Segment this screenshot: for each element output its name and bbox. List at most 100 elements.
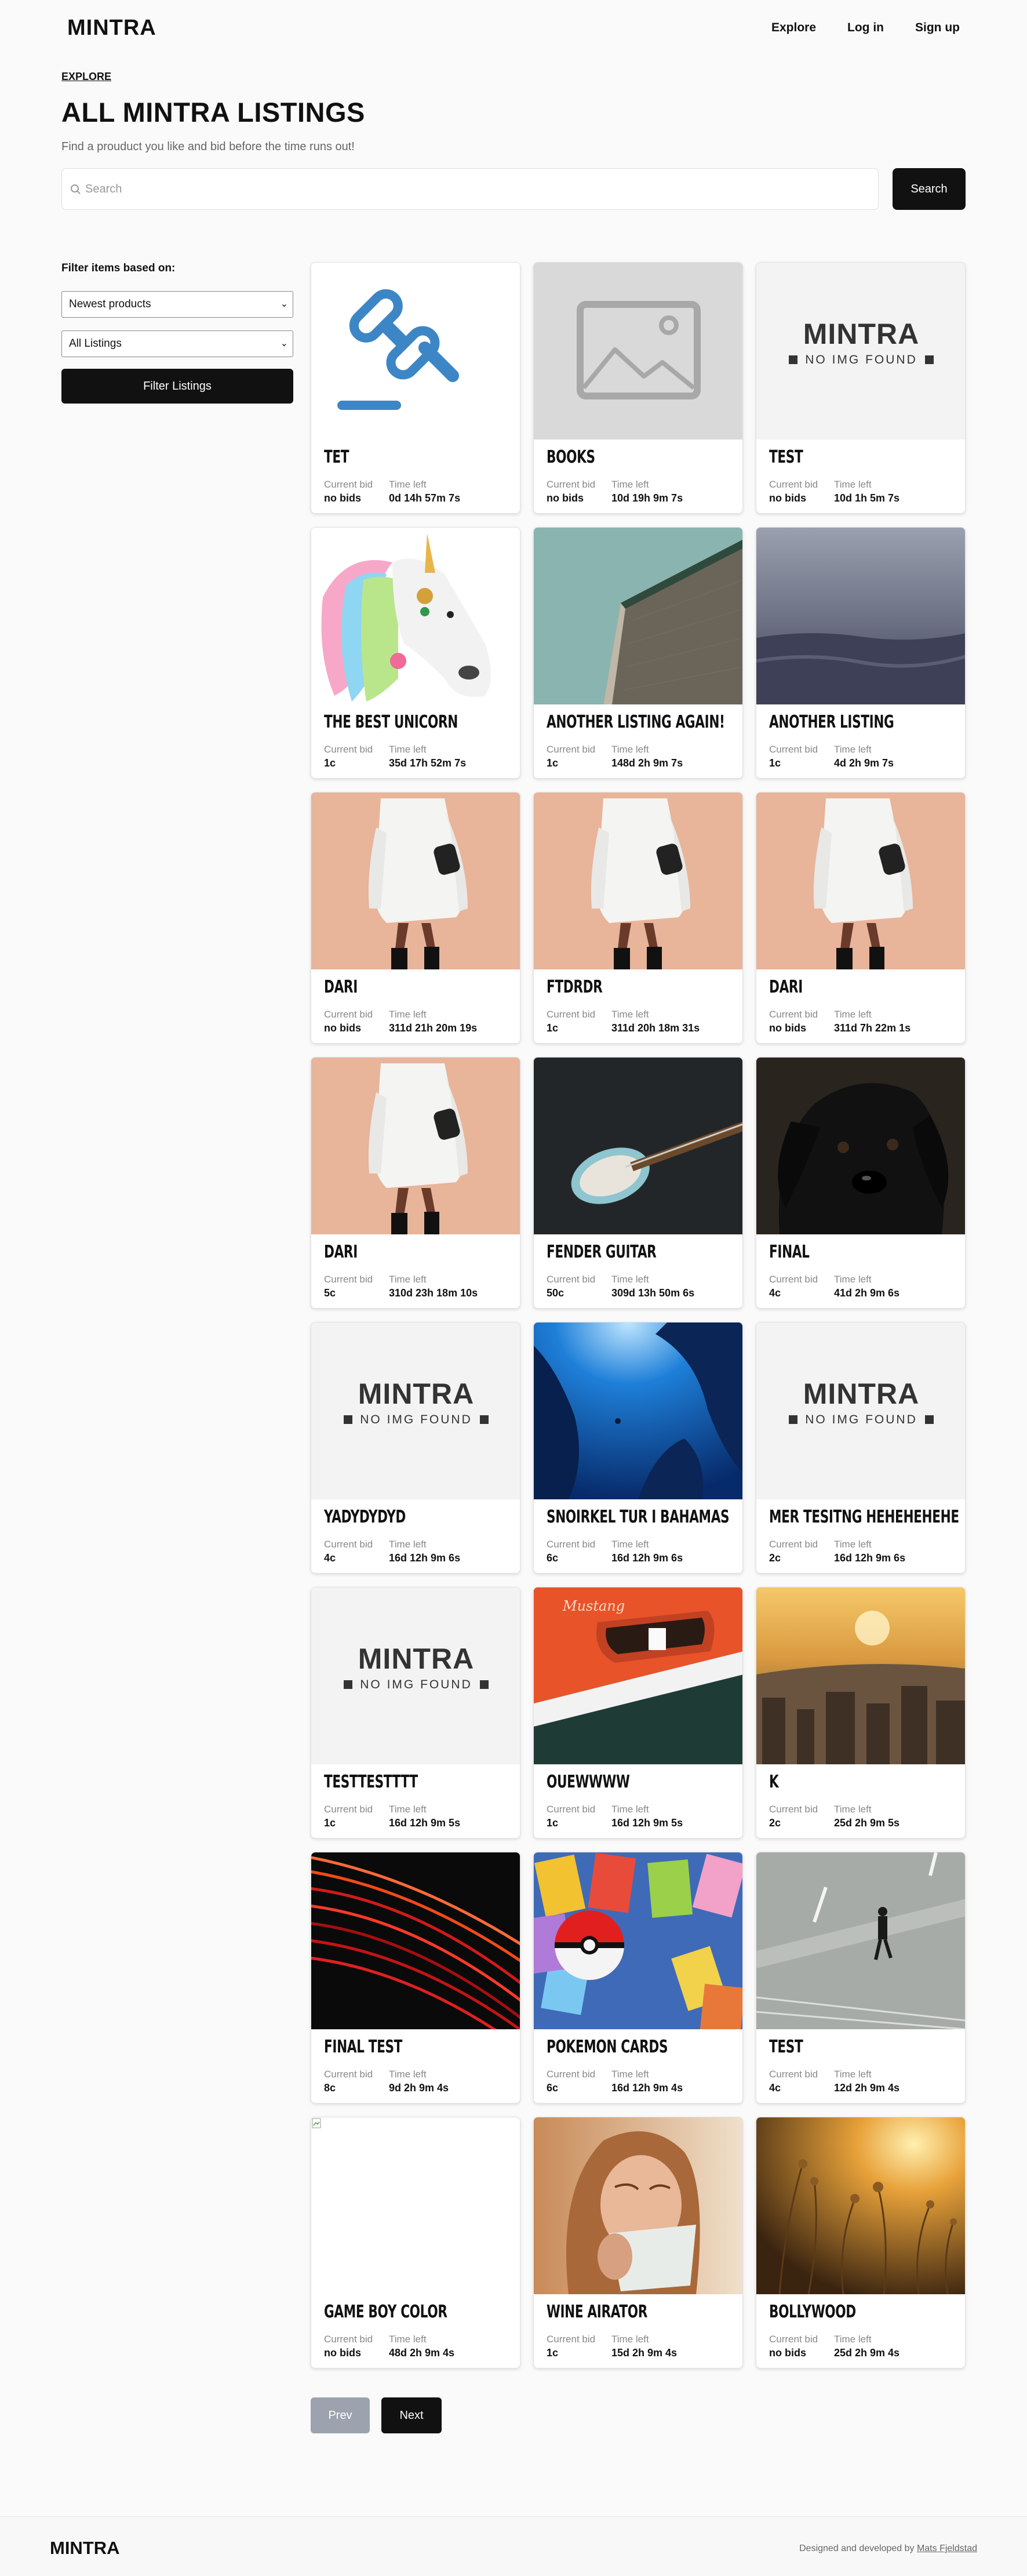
listing-card[interactable]: FENDER GUITAR Current bid Time left 50c 309d… bbox=[533, 1057, 743, 1309]
listing-title[interactable]: ANOTHER LISTING AGAIN! bbox=[547, 712, 725, 732]
listing-title[interactable]: DARI bbox=[769, 977, 803, 997]
listing-title[interactable]: GAME BOY COLOR bbox=[324, 2302, 447, 2322]
listing-card[interactable]: MINTRA NO IMG FOUND TESTTESTTTT Current bid… bbox=[311, 1587, 520, 1839]
listing-title[interactable]: FINAL TEST bbox=[324, 2037, 402, 2057]
time-left-value: 10d 19h 9m 7s bbox=[611, 492, 683, 504]
site-logo[interactable]: MINTRA bbox=[67, 16, 156, 41]
listing-title[interactable]: OUEWWWW bbox=[547, 1772, 630, 1792]
listing-card[interactable]: THE BEST UNICORN Current bid Time left 1c 35… bbox=[311, 527, 520, 779]
listing-card[interactable]: SNOIRKEL TUR I BAHAMAS Current bid Time le… bbox=[533, 1322, 743, 1574]
listing-image[interactable]: MINTRA NO IMG FOUND bbox=[756, 1322, 965, 1499]
page-subtitle: Find a prouduct you like and bid before … bbox=[61, 140, 355, 153]
listing-image[interactable] bbox=[534, 263, 742, 439]
listing-image[interactable]: MINTRA NO IMG FOUND bbox=[311, 1322, 520, 1499]
listing-card[interactable]: MINTRA NO IMG FOUND MER TESITNG HEHEHEHEHE… bbox=[756, 1322, 966, 1574]
listing-card[interactable]: FINAL TEST Current bid Time left 8c 9d 2h 9m… bbox=[311, 1852, 520, 2103]
listing-image[interactable] bbox=[756, 1587, 965, 1764]
listing-title[interactable]: FINAL bbox=[769, 1242, 810, 1262]
listing-image[interactable] bbox=[756, 1852, 965, 2029]
current-bid-label: Current bid bbox=[324, 2069, 373, 2080]
listing-card[interactable]: POKEMON CARDS Current bid Time left 6c 16d 1… bbox=[533, 1852, 743, 2103]
time-left-value: 16d 12h 9m 5s bbox=[389, 1817, 461, 1829]
listing-title[interactable]: TESTTESTTTT bbox=[324, 1772, 418, 1792]
listing-image[interactable] bbox=[311, 263, 520, 439]
listing-title[interactable]: FTDRDR bbox=[547, 977, 603, 997]
listing-card[interactable]: DARI Current bid Time left 5c 310d 23h 18m 1… bbox=[311, 1057, 520, 1309]
listing-image[interactable] bbox=[534, 528, 742, 704]
listing-card[interactable]: DARI Current bid Time left no bids 311d 21h … bbox=[311, 792, 520, 1044]
listing-title[interactable]: BOLLYWOOD bbox=[769, 2302, 856, 2322]
listing-card[interactable]: BOOKS Current bid Time left no bids 10d 19h … bbox=[533, 262, 743, 514]
no-image-brand: MINTRA bbox=[803, 1378, 919, 1410]
listing-card[interactable]: TET Current bid Time left no bids 0d 14h 57m… bbox=[311, 262, 520, 514]
listing-image[interactable] bbox=[311, 2117, 520, 2294]
listing-title[interactable]: TEST bbox=[769, 2037, 803, 2057]
listing-image[interactable]: MINTRA NO IMG FOUND bbox=[311, 1587, 520, 1764]
listing-image[interactable] bbox=[756, 1058, 965, 1234]
listing-card[interactable]: TEST Current bid Time left 4c 12d 2h 9m 4s bbox=[756, 1852, 966, 2103]
chevron-down-icon: ⌄ bbox=[280, 299, 288, 309]
listing-title[interactable]: TET bbox=[324, 447, 349, 467]
listing-card[interactable]: K Current bid Time left 2c 25d 2h 9m 5s bbox=[756, 1587, 966, 1839]
listing-image[interactable]: MINTRA NO IMG FOUND bbox=[756, 263, 965, 439]
listing-image[interactable] bbox=[756, 793, 965, 969]
filter-listings-button[interactable]: Filter Listings bbox=[61, 369, 293, 404]
listing-card[interactable]: FTDRDR Current bid Time left 1c 311d 20h 18m… bbox=[533, 792, 743, 1044]
nav-login-link[interactable]: Log in bbox=[847, 21, 884, 35]
breadcrumb[interactable]: EXPLORE bbox=[61, 71, 111, 83]
listing-card[interactable]: ANOTHER LISTING Current bid Time left 1c 4d … bbox=[756, 527, 966, 779]
listing-card[interactable]: Mustang OUEWWWW Current bid Time left 1c 16d … bbox=[533, 1587, 743, 1839]
current-bid-value: 50c bbox=[547, 1287, 565, 1299]
listing-title[interactable]: SNOIRKEL TUR I BAHAMAS bbox=[547, 1507, 730, 1527]
current-bid-label: Current bid bbox=[547, 479, 596, 490]
listing-title[interactable]: ANOTHER LISTING bbox=[769, 712, 894, 732]
time-left-value: 12d 2h 9m 4s bbox=[834, 2082, 900, 2094]
next-page-button[interactable]: Next bbox=[381, 2397, 442, 2433]
listing-title[interactable]: FENDER GUITAR bbox=[547, 1242, 657, 1262]
listing-image[interactable] bbox=[756, 2117, 965, 2294]
listing-image[interactable] bbox=[756, 528, 965, 704]
listing-card[interactable]: FINAL Current bid Time left 4c 41d 2h 9m 6s bbox=[756, 1057, 966, 1309]
listing-image[interactable] bbox=[534, 1322, 742, 1499]
current-bid-label: Current bid bbox=[769, 744, 818, 755]
listing-title[interactable]: YADYDYDYD bbox=[324, 1507, 406, 1527]
listing-card[interactable]: BOLLYWOOD Current bid Time left no bids 25d … bbox=[756, 2117, 966, 2368]
listing-title[interactable]: K bbox=[769, 1772, 779, 1792]
listing-title[interactable]: BOOKS bbox=[547, 447, 595, 467]
listing-title[interactable]: WINE AIRATOR bbox=[547, 2302, 647, 2322]
listing-image[interactable] bbox=[311, 1852, 520, 2029]
listing-card[interactable]: WINE AIRATOR Current bid Time left 1c 15d 2h… bbox=[533, 2117, 743, 2368]
search-button[interactable]: Search bbox=[893, 168, 966, 210]
search-input[interactable] bbox=[85, 169, 873, 209]
listing-image[interactable] bbox=[534, 1852, 742, 2029]
listing-card[interactable]: MINTRA NO IMG FOUND TEST Current bid Time le… bbox=[756, 262, 966, 514]
current-bid-label: Current bid bbox=[324, 744, 373, 755]
listing-image[interactable] bbox=[534, 1058, 742, 1234]
nav-signup-link[interactable]: Sign up bbox=[915, 21, 960, 35]
svg-text:Mustang: Mustang bbox=[562, 1598, 625, 1614]
author-link[interactable]: Mats Fjeldstad bbox=[917, 2544, 977, 2553]
listing-title[interactable]: DARI bbox=[324, 1242, 358, 1262]
scope-select[interactable]: All Listings ⌄ bbox=[61, 330, 293, 357]
listing-image[interactable] bbox=[311, 1058, 520, 1234]
listing-card[interactable]: ANOTHER LISTING AGAIN! Current bid Time le… bbox=[533, 527, 743, 779]
sort-select[interactable]: Newest products ⌄ bbox=[61, 291, 293, 318]
listing-image[interactable]: Mustang bbox=[534, 1587, 742, 1764]
listing-title[interactable]: POKEMON CARDS bbox=[547, 2037, 668, 2057]
listing-image[interactable] bbox=[534, 793, 742, 969]
listing-image[interactable] bbox=[311, 528, 520, 704]
listing-title[interactable]: DARI bbox=[324, 977, 358, 997]
listing-card[interactable]: MINTRA NO IMG FOUND YADYDYDYD Current bid Ti… bbox=[311, 1322, 520, 1574]
nav-explore-link[interactable]: Explore bbox=[771, 21, 816, 35]
current-bid-label: Current bid bbox=[547, 744, 596, 755]
listing-image[interactable] bbox=[534, 2117, 742, 2294]
listing-image[interactable] bbox=[311, 793, 520, 969]
time-left-label: Time left bbox=[834, 1539, 872, 1550]
listing-card[interactable]: DARI Current bid Time left no bids 311d 7h 2… bbox=[756, 792, 966, 1044]
current-bid-value: 1c bbox=[547, 1022, 559, 1034]
listing-title[interactable]: THE BEST UNICORN bbox=[324, 712, 458, 732]
prev-page-button[interactable]: Prev bbox=[311, 2397, 370, 2433]
listing-title[interactable]: TEST bbox=[769, 447, 803, 467]
listing-card[interactable]: GAME BOY COLOR Current bid Time left no bid… bbox=[311, 2117, 520, 2368]
listing-title[interactable]: MER TESITNG HEHEHEHEHE bbox=[769, 1507, 959, 1527]
